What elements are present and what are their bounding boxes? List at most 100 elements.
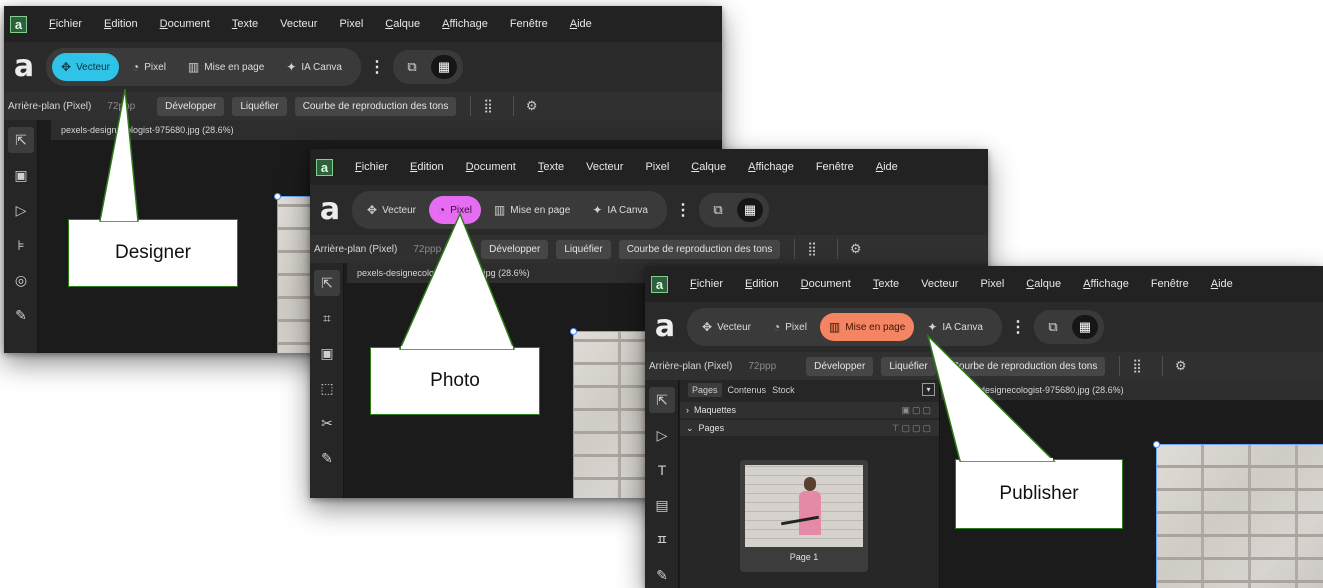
persona-ia-canva-button[interactable]: ✦ IA Canva bbox=[583, 196, 657, 224]
more-icon[interactable]: ⋮ bbox=[369, 57, 385, 77]
pen-tool-icon[interactable]: ✎ bbox=[8, 302, 34, 328]
menu-calque[interactable]: Calque bbox=[1026, 278, 1061, 290]
grid-dots-icon[interactable]: ⣿ bbox=[807, 241, 817, 257]
grid-toggle-icon[interactable]: ▦ bbox=[1071, 315, 1098, 339]
table-tool-icon[interactable]: ▤ bbox=[649, 492, 675, 518]
tab-stock[interactable]: Stock bbox=[772, 385, 795, 395]
menu-fenetre[interactable]: Fenêtre bbox=[1151, 278, 1189, 290]
liquefier-button[interactable]: Liquéfier bbox=[232, 96, 287, 116]
menu-vecteur[interactable]: Vecteur bbox=[280, 18, 317, 30]
tab-pages[interactable]: Pages bbox=[688, 383, 722, 397]
persona-vecteur-button[interactable]: ✥ Vecteur bbox=[358, 196, 425, 224]
chevron-down-icon[interactable]: ▾ bbox=[922, 383, 935, 396]
grid-dots-icon[interactable]: ⣿ bbox=[483, 98, 493, 114]
persona-ia-canva-button[interactable]: ✦ IA Canva bbox=[918, 313, 992, 341]
menu-calque[interactable]: Calque bbox=[385, 18, 420, 30]
menu-document[interactable]: Document bbox=[801, 278, 851, 290]
studio-toggle-icon[interactable]: ⧉ bbox=[399, 55, 425, 79]
brush-tool-icon[interactable]: ✂ bbox=[314, 410, 340, 436]
move-tool-icon[interactable]: ⇱ bbox=[649, 387, 675, 413]
developper-button[interactable]: Développer bbox=[806, 356, 874, 376]
pen-tool-icon[interactable]: ✎ bbox=[314, 445, 340, 471]
courbe-button[interactable]: Courbe de reproduction des tons bbox=[618, 239, 781, 259]
persona-pixel-button[interactable]: ◔ Pixel bbox=[428, 196, 481, 224]
selection-handle[interactable] bbox=[274, 193, 281, 200]
marquee-tool-icon[interactable]: ▣ bbox=[314, 340, 340, 366]
grid-dots-icon[interactable]: ⣿ bbox=[1132, 358, 1142, 374]
menu-calque[interactable]: Calque bbox=[691, 161, 726, 173]
tab-contenus[interactable]: Contenus bbox=[728, 385, 767, 395]
selection-handle[interactable] bbox=[570, 328, 577, 335]
menu-pixel[interactable]: Pixel bbox=[339, 18, 363, 30]
persona-bar: a ✥ Vecteur ◔ Pixel ▥ Mise en page ✦ IA Canv… bbox=[4, 42, 722, 92]
grid-toggle-icon[interactable]: ▦ bbox=[736, 198, 763, 222]
menu-fichier[interactable]: Fichier bbox=[355, 161, 388, 173]
menu-fichier[interactable]: Fichier bbox=[49, 18, 82, 30]
node-tool-icon[interactable]: ▷ bbox=[649, 422, 675, 448]
selection-handle[interactable] bbox=[1153, 441, 1160, 448]
persona-pixel-button[interactable]: ◔ Pixel bbox=[123, 53, 175, 81]
text-frame-tool-icon[interactable]: T bbox=[649, 457, 675, 483]
menu-vecteur[interactable]: Vecteur bbox=[586, 161, 623, 173]
menu-aide[interactable]: Aide bbox=[1211, 278, 1233, 290]
menu-edition[interactable]: Edition bbox=[410, 161, 444, 173]
menu-pixel[interactable]: Pixel bbox=[980, 278, 1004, 290]
settings-gear-icon[interactable]: ⚙ bbox=[850, 241, 862, 257]
menu-texte[interactable]: Texte bbox=[873, 278, 899, 290]
menu-edition[interactable]: Edition bbox=[745, 278, 779, 290]
section-actions-icon[interactable]: ⊤▢▢▢ bbox=[892, 420, 933, 436]
persona-mise-en-page-button[interactable]: ▥ Mise en page bbox=[179, 53, 273, 81]
menu-aide[interactable]: Aide bbox=[876, 161, 898, 173]
courbe-button[interactable]: Courbe de reproduction des tons bbox=[943, 356, 1106, 376]
persona-pixel-button[interactable]: ◔ Pixel bbox=[764, 313, 816, 341]
developper-button[interactable]: Développer bbox=[481, 239, 549, 259]
menu-document[interactable]: Document bbox=[466, 161, 516, 173]
artboard-tool-icon[interactable]: ▣ bbox=[8, 162, 34, 188]
menu-fichier[interactable]: Fichier bbox=[690, 278, 723, 290]
menu-vecteur[interactable]: Vecteur bbox=[921, 278, 958, 290]
menu-texte[interactable]: Texte bbox=[538, 161, 564, 173]
persona-ia-canva-button[interactable]: ✦ IA Canva bbox=[277, 53, 351, 81]
menu-document[interactable]: Document bbox=[160, 18, 210, 30]
liquefier-button[interactable]: Liquéfier bbox=[556, 239, 611, 259]
menu-aide[interactable]: Aide bbox=[570, 18, 592, 30]
menu-affichage[interactable]: Affichage bbox=[442, 18, 488, 30]
liquefier-button[interactable]: Liquéfier bbox=[881, 356, 936, 376]
photo-layer[interactable] bbox=[1156, 444, 1323, 588]
document-tab[interactable]: pexels-designecologist-975680.jpg (28.6%… bbox=[51, 120, 722, 140]
node-tool-icon[interactable]: ▷ bbox=[8, 197, 34, 223]
menu-affichage[interactable]: Affichage bbox=[1083, 278, 1129, 290]
menu-fenetre[interactable]: Fenêtre bbox=[510, 18, 548, 30]
pen-tool-icon[interactable]: ✎ bbox=[649, 562, 675, 588]
menu-affichage[interactable]: Affichage bbox=[748, 161, 794, 173]
studio-toggle-icon[interactable]: ⧉ bbox=[1040, 315, 1066, 339]
more-icon[interactable]: ⋮ bbox=[675, 200, 691, 220]
studio-toggle-icon[interactable]: ⧉ bbox=[705, 198, 731, 222]
courbe-button[interactable]: Courbe de reproduction des tons bbox=[294, 96, 457, 116]
rect-select-icon[interactable]: ⬚ bbox=[314, 375, 340, 401]
crop-tool-icon[interactable]: ⌗ bbox=[314, 305, 340, 331]
pages-section[interactable]: ⌄ Pages ⊤▢▢▢ bbox=[680, 420, 939, 436]
persona-vecteur-button[interactable]: ✥ Vecteur bbox=[52, 53, 119, 81]
move-tool-icon[interactable]: ⇱ bbox=[8, 127, 34, 153]
document-tab[interactable]: pexels-designecologist-975680.jpg (28.6%… bbox=[941, 380, 1323, 400]
menu-fenetre[interactable]: Fenêtre bbox=[816, 161, 854, 173]
persona-mise-en-page-button[interactable]: ▥ Mise en page bbox=[485, 196, 579, 224]
menu-texte[interactable]: Texte bbox=[232, 18, 258, 30]
settings-gear-icon[interactable]: ⚙ bbox=[1175, 358, 1187, 374]
page-thumbnail[interactable]: Page 1 bbox=[740, 460, 868, 572]
persona-vecteur-button[interactable]: ✥ Vecteur bbox=[693, 313, 760, 341]
more-icon[interactable]: ⋮ bbox=[1010, 317, 1026, 337]
maquettes-section[interactable]: › Maquettes ▣▢▢ bbox=[680, 402, 939, 418]
developper-button[interactable]: Développer bbox=[157, 96, 225, 116]
menu-pixel[interactable]: Pixel bbox=[645, 161, 669, 173]
move-tool-icon[interactable]: ⇱ bbox=[314, 270, 340, 296]
section-actions-icon[interactable]: ▣▢▢ bbox=[901, 402, 933, 418]
corner-tool-icon[interactable]: ⊧ bbox=[8, 232, 34, 258]
settings-gear-icon[interactable]: ⚙ bbox=[526, 98, 538, 114]
pixel-select-icon[interactable]: ◎ bbox=[8, 267, 34, 293]
persona-mise-en-page-button[interactable]: ▥ Mise en page bbox=[819, 313, 915, 341]
grid-toggle-icon[interactable]: ▦ bbox=[430, 55, 457, 79]
menu-edition[interactable]: Edition bbox=[104, 18, 138, 30]
artistic-text-icon[interactable]: ㅍ bbox=[649, 527, 675, 553]
